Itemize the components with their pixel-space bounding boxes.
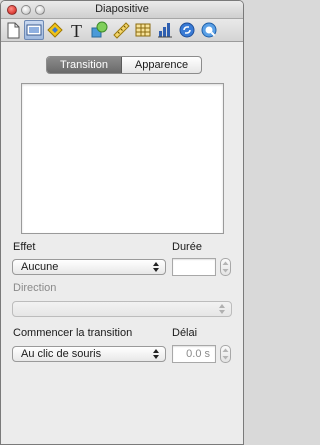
stepper-arrows-icon (222, 261, 229, 273)
hyperlink-icon[interactable] (177, 20, 197, 40)
popup-arrows-icon (219, 304, 225, 314)
direction-label: Direction (13, 282, 57, 294)
tab-switcher: Transition Apparence (46, 56, 202, 74)
svg-text:T: T (71, 21, 82, 40)
delay-stepper[interactable] (220, 345, 231, 363)
quicktime-icon[interactable] (199, 20, 219, 40)
metrics-icon[interactable] (111, 20, 131, 40)
duration-stepper[interactable] (220, 258, 231, 276)
text-icon[interactable]: T (67, 20, 87, 41)
title-bar: Diapositive (1, 1, 243, 19)
start-transition-popup[interactable]: Au clic de souris (12, 346, 166, 362)
start-transition-value: Au clic de souris (21, 348, 102, 360)
slide-icon[interactable] (24, 20, 44, 40)
table-icon[interactable] (133, 20, 153, 40)
build-icon[interactable] (45, 20, 65, 40)
effect-popup[interactable]: Aucune (12, 259, 166, 275)
delay-label: Délai (172, 327, 198, 339)
popup-arrows-icon (153, 349, 159, 359)
tab-transition[interactable]: Transition (47, 57, 122, 73)
stepper-arrows-icon (222, 348, 229, 360)
document-icon[interactable] (3, 20, 23, 40)
graphic-icon[interactable] (89, 20, 109, 40)
inspector-toolbar: T (1, 19, 243, 42)
tab-appearance[interactable]: Apparence (122, 57, 201, 73)
inspector-window: Diapositive T Transition Apparence Effet… (0, 0, 244, 445)
transition-preview (21, 83, 224, 234)
delay-field[interactable]: 0.0 s (172, 345, 216, 363)
effect-label: Effet (13, 241, 36, 253)
chart-icon[interactable] (155, 20, 175, 40)
effect-value: Aucune (21, 261, 59, 273)
window-title: Diapositive (95, 3, 149, 15)
popup-arrows-icon (153, 262, 159, 272)
duration-field[interactable] (172, 258, 216, 276)
direction-popup[interactable] (12, 301, 232, 317)
duration-label: Durée (172, 241, 202, 253)
slide-inspector-panel: Transition Apparence Effet Durée Aucune … (1, 42, 243, 444)
start-transition-label: Commencer la transition (13, 327, 133, 339)
